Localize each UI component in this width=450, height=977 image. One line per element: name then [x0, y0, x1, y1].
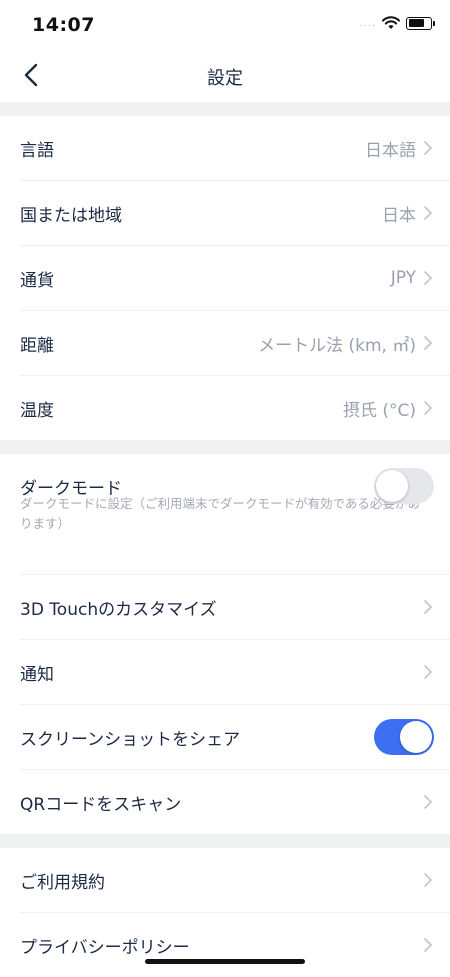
- notifications-row[interactable]: 通知: [20, 640, 450, 705]
- chevron-right-icon: [424, 795, 432, 809]
- home-indicator: [145, 959, 305, 964]
- toggle-knob: [376, 470, 408, 502]
- row-label: プライバシーポリシー: [20, 937, 190, 958]
- scan-qr-row[interactable]: QRコードをスキャン: [20, 770, 450, 834]
- row-value: JPY: [390, 268, 416, 288]
- section-divider: [0, 102, 450, 116]
- chevron-right-icon: [424, 665, 432, 679]
- chevron-right-icon: [424, 873, 432, 887]
- row-label: 距離: [20, 335, 54, 356]
- privacy-policy-row[interactable]: プライバシーポリシー: [20, 913, 450, 977]
- page-title: 設定: [207, 68, 243, 89]
- chevron-right-icon: [424, 141, 432, 155]
- chevron-right-icon: [424, 206, 432, 220]
- wifi-icon: [382, 16, 400, 29]
- signal-icon: ....: [359, 17, 376, 29]
- currency-row[interactable]: 通貨 JPY: [20, 246, 450, 311]
- row-label: 3D Touchのカスタマイズ: [20, 599, 217, 620]
- row-label: 国または地域: [20, 205, 122, 226]
- temperature-row[interactable]: 温度 摂氏 (°C): [20, 376, 450, 440]
- status-bar: 14:07 ....: [0, 0, 450, 50]
- dark-mode-row: ダークモード ダークモードに設定（ご利用端末でダークモードが有効である必要があり…: [20, 454, 450, 575]
- country-row[interactable]: 国または地域 日本: [20, 181, 450, 246]
- row-value: 日本語: [365, 140, 416, 161]
- language-row[interactable]: 言語 日本語: [20, 116, 450, 181]
- row-label: QRコードをスキャン: [20, 794, 182, 815]
- chevron-right-icon: [424, 938, 432, 952]
- row-value: 日本: [382, 205, 416, 226]
- feature-settings-group: ダークモード ダークモードに設定（ご利用端末でダークモードが有効である必要があり…: [0, 454, 450, 834]
- terms-row[interactable]: ご利用規約: [20, 848, 450, 913]
- battery-icon: [406, 16, 435, 30]
- status-time: 14:07: [32, 14, 95, 36]
- row-value: 摂氏 (°C): [342, 400, 416, 421]
- section-divider: [0, 834, 450, 848]
- status-icons: ....: [359, 16, 435, 30]
- row-label: ご利用規約: [20, 872, 105, 893]
- share-screenshot-row: スクリーンショットをシェア: [20, 705, 450, 770]
- toggle-knob: [400, 721, 432, 753]
- battery-level: [408, 19, 424, 27]
- nav-bar: 設定: [0, 50, 450, 102]
- row-label: 温度: [20, 400, 54, 421]
- share-screenshot-toggle[interactable]: [374, 719, 434, 755]
- chevron-right-icon: [424, 271, 432, 285]
- row-label: スクリーンショットをシェア: [20, 729, 241, 750]
- dark-mode-toggle[interactable]: [374, 468, 434, 504]
- row-value: メートル法 (km, ㎡): [258, 335, 416, 356]
- 3d-touch-row[interactable]: 3D Touchのカスタマイズ: [20, 575, 450, 640]
- legal-settings-group: ご利用規約 プライバシーポリシー: [0, 848, 450, 977]
- distance-row[interactable]: 距離 メートル法 (km, ㎡): [20, 311, 450, 376]
- chevron-right-icon: [424, 401, 432, 415]
- row-label: 通貨: [20, 270, 54, 291]
- dark-mode-description: ダークモードに設定（ご利用端末でダークモードが有効である必要があります）: [20, 496, 420, 531]
- section-divider: [0, 440, 450, 454]
- chevron-right-icon: [424, 600, 432, 614]
- row-label: 通知: [20, 664, 54, 685]
- chevron-right-icon: [424, 336, 432, 350]
- region-settings-group: 言語 日本語 国または地域 日本 通貨 JPY 距離 メートル法 (km, ㎡)…: [0, 116, 450, 440]
- row-label: 言語: [20, 140, 54, 161]
